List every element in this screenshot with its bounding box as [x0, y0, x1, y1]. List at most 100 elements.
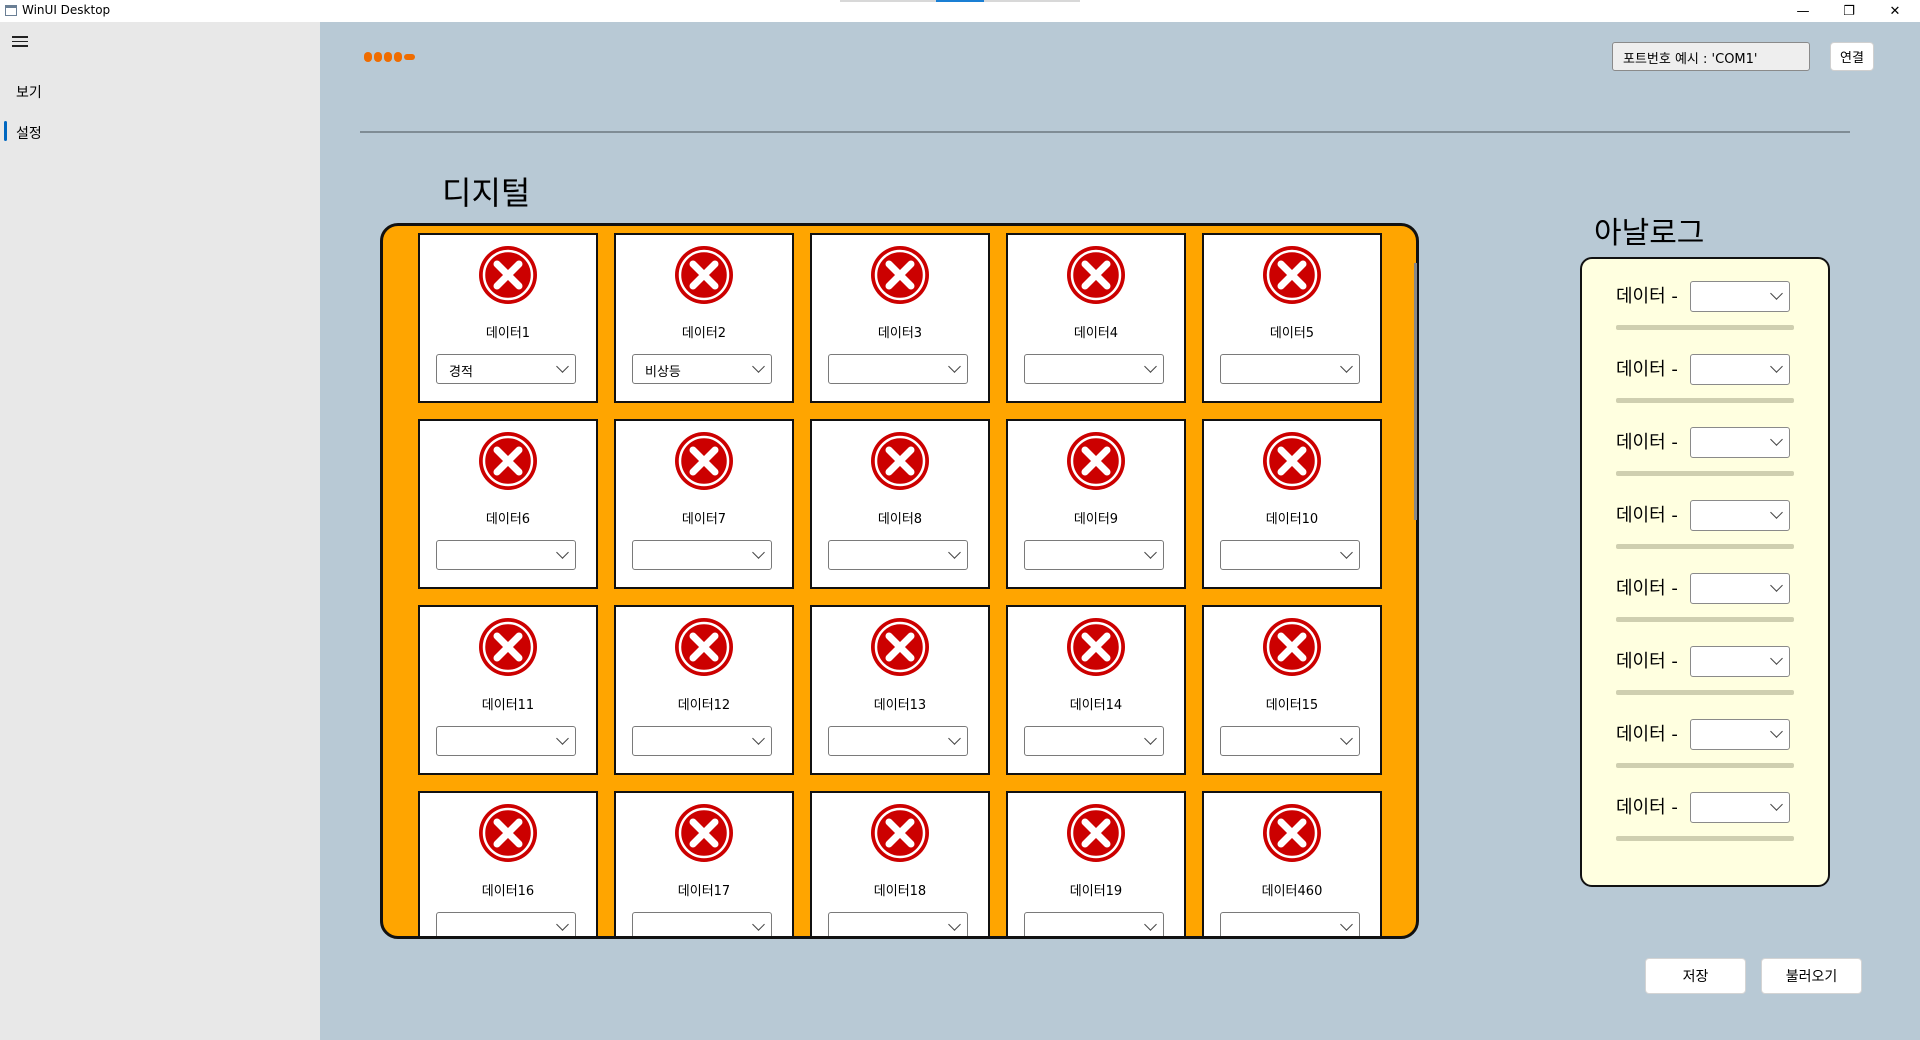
analog-level-bar [1616, 617, 1794, 622]
error-x-icon [1262, 245, 1322, 305]
analog-row: 데이터 - [1616, 272, 1816, 332]
analog-dropdown[interactable] [1690, 281, 1790, 312]
error-x-icon [674, 245, 734, 305]
nav-item-settings[interactable]: 설정 [16, 123, 42, 143]
analog-dropdown[interactable] [1690, 573, 1790, 604]
error-x-icon [1262, 617, 1322, 677]
digital-card-label: 데이터16 [481, 884, 535, 899]
error-x-icon [1262, 803, 1322, 863]
analog-level-bar [1616, 544, 1794, 549]
analog-level-bar [1616, 763, 1794, 768]
error-x-icon [870, 617, 930, 677]
digital-card: 데이터460 [1202, 791, 1382, 936]
navigation-sidebar: 보기 설정 [0, 22, 320, 1040]
error-x-icon [870, 245, 930, 305]
window-title: WinUI Desktop [22, 3, 111, 17]
digital-card-dropdown[interactable] [436, 912, 576, 936]
digital-card-label: 데이터18 [873, 884, 927, 899]
analog-dropdown[interactable] [1690, 500, 1790, 531]
digital-card-label: 데이터460 [1261, 884, 1323, 899]
chevron-down-icon [948, 360, 961, 373]
digital-card: 데이터14 [1006, 605, 1186, 775]
digital-card-dropdown[interactable] [828, 354, 968, 384]
digital-card-dropdown[interactable] [1024, 354, 1164, 384]
digital-card-dropdown[interactable] [632, 540, 772, 570]
digital-card-label: 데이터8 [877, 512, 923, 527]
digital-card-label: 데이터3 [877, 326, 923, 341]
chevron-down-icon [1770, 506, 1783, 519]
analog-label: 데이터 - [1616, 797, 1678, 818]
digital-card-dropdown[interactable] [1024, 912, 1164, 936]
title-bar-drag-indicator [840, 0, 1080, 2]
digital-card: 데이터3 [810, 233, 990, 403]
analog-row: 데이터 - [1616, 345, 1816, 405]
error-x-icon [478, 617, 538, 677]
chevron-down-icon [1770, 579, 1783, 592]
digital-card: 데이터17 [614, 791, 794, 936]
analog-row: 데이터 - [1616, 783, 1816, 843]
digital-card-dropdown[interactable]: 경적 [436, 354, 576, 384]
analog-dropdown[interactable] [1690, 427, 1790, 458]
digital-card: 데이터1 경적 [418, 233, 598, 403]
error-x-icon [674, 803, 734, 863]
error-x-icon [478, 431, 538, 491]
digital-card-label: 데이터7 [681, 512, 727, 527]
analog-level-bar [1616, 471, 1794, 476]
chevron-down-icon [556, 918, 569, 931]
analog-level-bar [1616, 325, 1794, 330]
load-button[interactable]: 불러오기 [1761, 958, 1862, 994]
digital-card-label: 데이터4 [1073, 326, 1119, 341]
analog-label: 데이터 - [1616, 651, 1678, 672]
digital-card-dropdown[interactable] [632, 912, 772, 936]
analog-label: 데이터 - [1616, 505, 1678, 526]
digital-panel-scrollbar[interactable] [1414, 263, 1417, 520]
digital-card-dropdown[interactable]: 비상등 [632, 354, 772, 384]
port-input[interactable]: 포트번호 예시 : 'COM1' [1612, 42, 1810, 71]
digital-card-dropdown[interactable] [632, 726, 772, 756]
digital-card: 데이터5 [1202, 233, 1382, 403]
digital-card-dropdown[interactable] [1024, 540, 1164, 570]
chevron-down-icon [752, 732, 765, 745]
analog-dropdown[interactable] [1690, 719, 1790, 750]
chevron-down-icon [1770, 652, 1783, 665]
digital-card-dropdown[interactable] [436, 540, 576, 570]
chevron-down-icon [1770, 287, 1783, 300]
hamburger-menu-icon[interactable] [12, 36, 28, 48]
digital-card-dropdown[interactable] [828, 540, 968, 570]
close-button[interactable]: ✕ [1872, 0, 1918, 22]
digital-card: 데이터10 [1202, 419, 1382, 589]
chevron-down-icon [1340, 918, 1353, 931]
chevron-down-icon [556, 360, 569, 373]
digital-card-dropdown[interactable] [828, 912, 968, 936]
analog-dropdown[interactable] [1690, 646, 1790, 677]
digital-card-dropdown[interactable] [1220, 912, 1360, 936]
digital-card: 데이터18 [810, 791, 990, 936]
analog-level-bar [1616, 836, 1794, 841]
digital-panel: 데이터1 경적 데이터2 비상등 데이터3 데이터4 데이터5 데이터6 데이터7 데이터8 데이터… [380, 223, 1419, 939]
connect-button[interactable]: 연결 [1830, 42, 1874, 71]
digital-card: 데이터19 [1006, 791, 1186, 936]
digital-card-dropdown[interactable] [1220, 540, 1360, 570]
restore-button[interactable]: ❐ [1826, 0, 1872, 22]
chevron-down-icon [752, 546, 765, 559]
nav-item-view[interactable]: 보기 [16, 82, 42, 102]
save-button[interactable]: 저장 [1645, 958, 1746, 994]
analog-label: 데이터 - [1616, 286, 1678, 307]
chevron-down-icon [1340, 360, 1353, 373]
digital-card: 데이터8 [810, 419, 990, 589]
chevron-down-icon [1770, 433, 1783, 446]
analog-section-title: 아날로그 [1594, 216, 1705, 251]
analog-panel: 데이터 - 데이터 - 데이터 - 데이터 - 데이터 - 데이터 - 데이터 - 데이터 - [1580, 257, 1830, 887]
digital-card-dropdown[interactable] [1024, 726, 1164, 756]
digital-card-dropdown[interactable] [1220, 726, 1360, 756]
analog-dropdown[interactable] [1690, 792, 1790, 823]
digital-card-dropdown[interactable] [1220, 354, 1360, 384]
minimize-button[interactable]: — [1780, 0, 1826, 22]
analog-dropdown[interactable] [1690, 354, 1790, 385]
chevron-down-icon [1770, 360, 1783, 373]
error-x-icon [1262, 431, 1322, 491]
analog-label: 데이터 - [1616, 724, 1678, 745]
digital-card-dropdown[interactable] [436, 726, 576, 756]
analog-label: 데이터 - [1616, 432, 1678, 453]
digital-card-dropdown[interactable] [828, 726, 968, 756]
